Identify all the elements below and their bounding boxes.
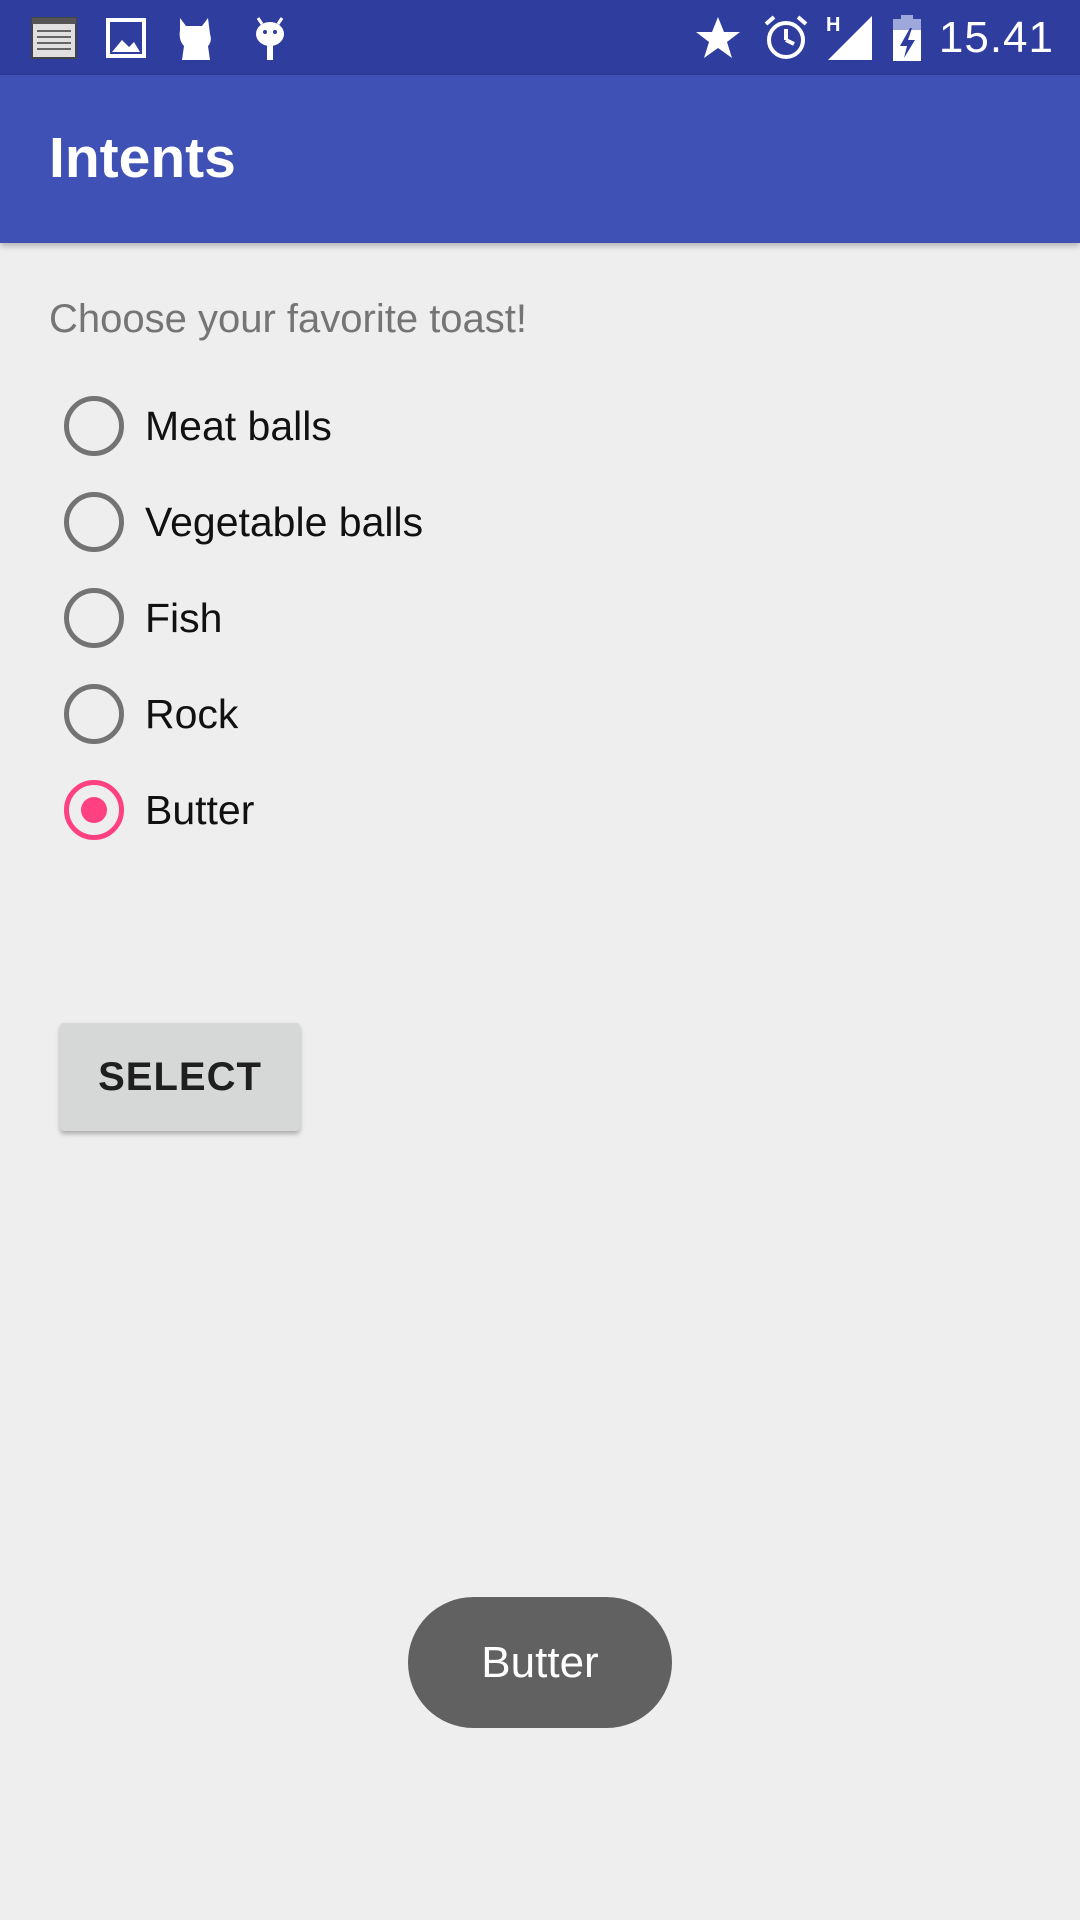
radio-button-icon[interactable]: [64, 396, 124, 456]
radio-label[interactable]: Meat balls: [145, 403, 332, 450]
android-icon: [246, 14, 294, 62]
select-button[interactable]: SELECT: [60, 1023, 300, 1131]
cat-icon: [172, 14, 220, 62]
toast-radio-group: Meat balls Vegetable balls Fish Rock But…: [64, 390, 664, 870]
image-icon: [102, 14, 150, 62]
star-icon: [694, 14, 742, 62]
prompt-text: Choose your favorite toast!: [49, 297, 528, 341]
alarm-icon: [762, 14, 810, 62]
radio-option-butter[interactable]: Butter: [64, 774, 664, 870]
radio-button-icon[interactable]: [64, 588, 124, 648]
radio-option-fish[interactable]: Fish: [64, 582, 664, 678]
radio-button-checked-icon[interactable]: [64, 780, 124, 840]
radio-label[interactable]: Vegetable balls: [145, 499, 423, 546]
radio-label[interactable]: Fish: [145, 595, 222, 642]
radio-label[interactable]: Rock: [145, 691, 238, 738]
radio-option-vegetable-balls[interactable]: Vegetable balls: [64, 486, 664, 582]
app-bar: Intents: [0, 75, 1080, 243]
toast-message: Butter: [408, 1597, 672, 1728]
radio-button-icon[interactable]: [64, 492, 124, 552]
toast-text: Butter: [481, 1637, 599, 1687]
radio-option-meat-balls[interactable]: Meat balls: [64, 390, 664, 486]
battery-charging-icon: [890, 14, 924, 62]
notes-icon: [30, 14, 78, 62]
radio-label[interactable]: Butter: [145, 787, 254, 834]
radio-option-rock[interactable]: Rock: [64, 678, 664, 774]
clock: 15.41: [938, 13, 1054, 62]
status-bar: H 15.41: [0, 0, 1080, 75]
app-title: Intents: [49, 126, 236, 190]
radio-dot-icon: [81, 797, 107, 823]
network-h-icon: H: [826, 14, 841, 36]
radio-button-icon[interactable]: [64, 684, 124, 744]
